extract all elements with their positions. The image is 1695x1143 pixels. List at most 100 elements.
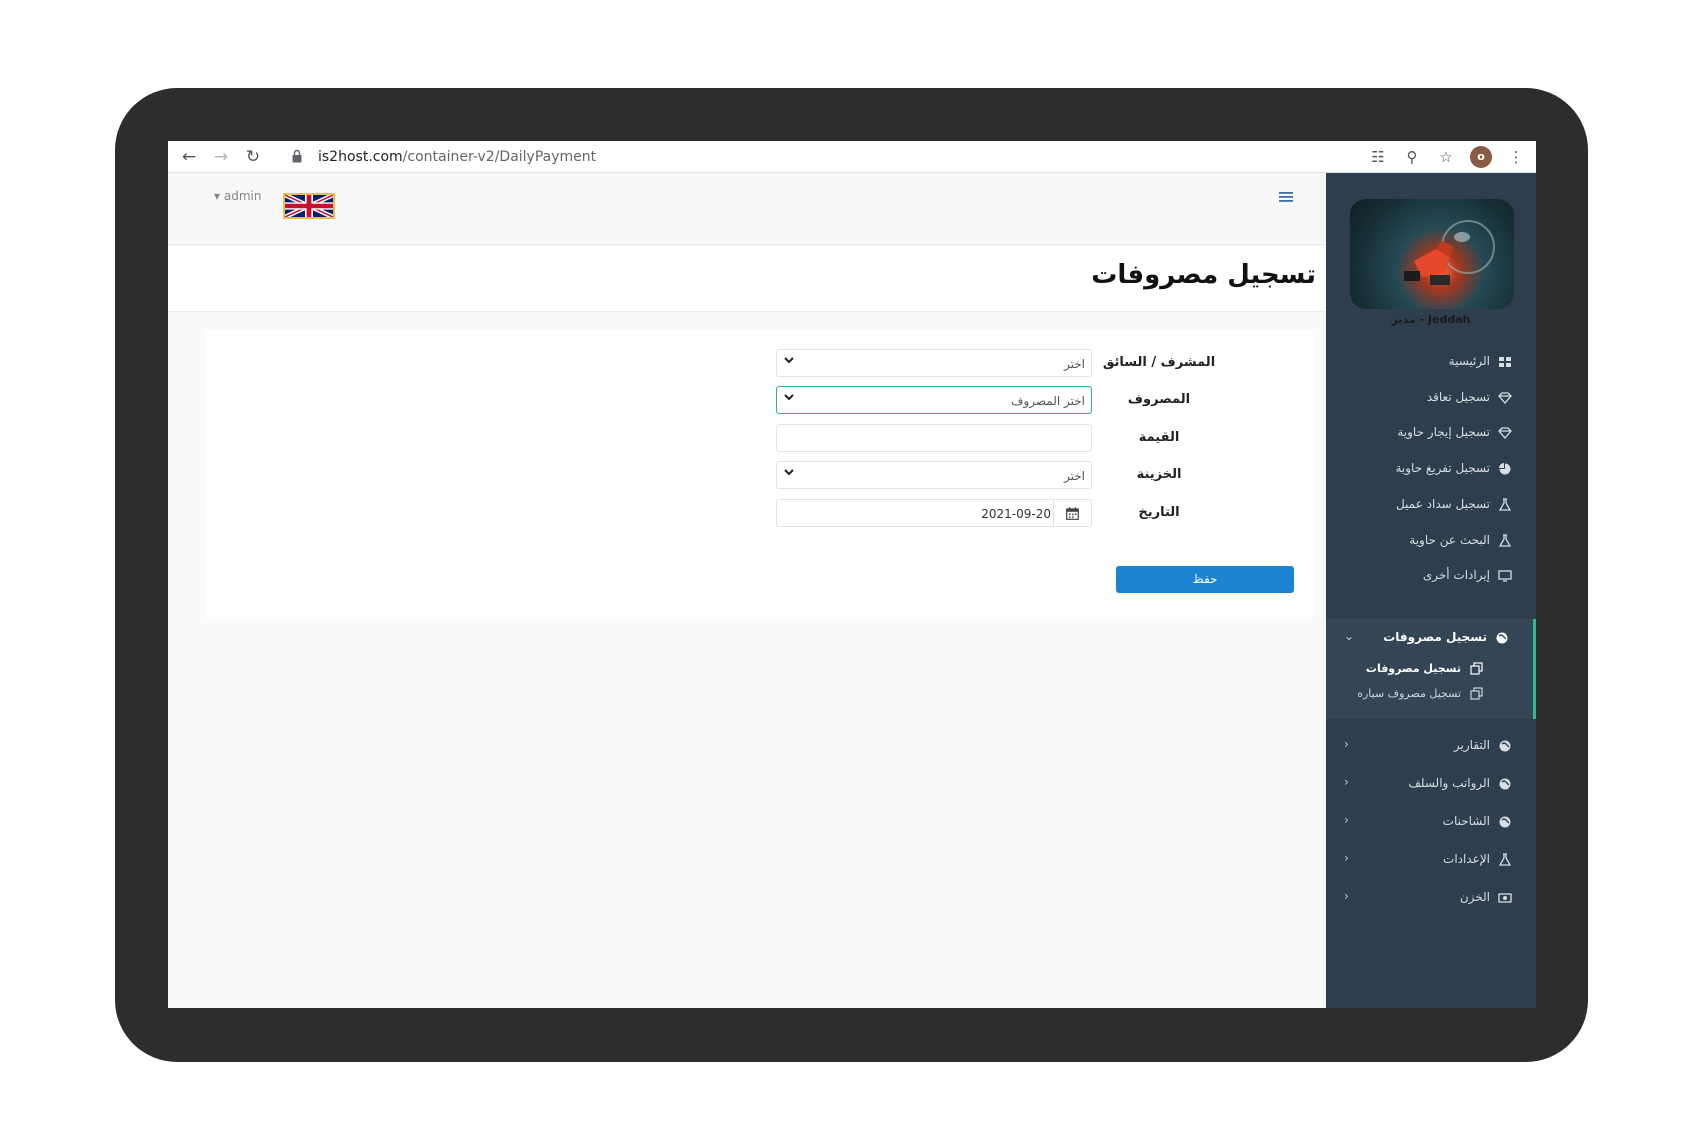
chevron-down-icon bbox=[784, 357, 794, 364]
chevron-down-icon bbox=[784, 394, 794, 401]
expense-label: المصروف bbox=[1127, 392, 1191, 407]
profile-avatar[interactable]: o bbox=[1470, 146, 1492, 168]
sidebar: Jeddah - مدير الرئيسية تسجيل تعاقد تسجيل… bbox=[1326, 173, 1536, 1008]
chevron-down-icon bbox=[784, 469, 794, 476]
flask-icon bbox=[1498, 498, 1512, 511]
diamond-icon bbox=[1498, 427, 1512, 439]
star-icon[interactable]: ☆ bbox=[1436, 147, 1456, 167]
flask-icon bbox=[1498, 853, 1512, 866]
more-menu-icon[interactable]: ⋮ bbox=[1506, 147, 1526, 167]
address-bar[interactable]: is2host.com/container-v2/DailyPayment bbox=[318, 147, 596, 167]
sub-item-label: تسجيل مصروفات bbox=[1365, 662, 1461, 675]
safe-select[interactable]: اختر bbox=[776, 461, 1092, 489]
supervisor-select[interactable]: اختر bbox=[776, 349, 1092, 377]
zoom-icon[interactable]: ⚲ bbox=[1402, 147, 1422, 167]
hamburger-menu-icon[interactable] bbox=[1279, 191, 1293, 203]
sub-item-label: تسجيل مصروف سياره bbox=[1357, 687, 1461, 700]
sidebar-item-contract[interactable]: تسجيل تعاقد bbox=[1326, 383, 1536, 413]
back-arrow-icon[interactable]: ← bbox=[178, 146, 200, 168]
safe-value: اختر bbox=[1064, 469, 1085, 483]
sidebar-item-label: تسجيل تعاقد bbox=[1426, 390, 1490, 404]
chevron-left-icon: ‹ bbox=[1344, 889, 1349, 903]
pie-chart-icon bbox=[1499, 463, 1511, 475]
screen: ← → ↻ is2host.com/container-v2/DailyPaym… bbox=[168, 141, 1536, 1008]
sidebar-item-label: تسجيل إيجار حاوية bbox=[1397, 425, 1490, 439]
sidebar-item-label: الرئيسية bbox=[1448, 354, 1490, 368]
expense-form: المشرف / السائق اختر المصروف اختر المصرو… bbox=[205, 330, 1313, 617]
sidebar-item-safes[interactable]: الخزن ‹ bbox=[1326, 883, 1536, 913]
date-value: 2021-09-20 bbox=[981, 507, 1051, 521]
date-label: التاريخ bbox=[1138, 505, 1180, 520]
form-row-date: التاريخ 2021-09-20 bbox=[205, 499, 1313, 527]
sidebar-item-other-income[interactable]: إيرادات أخرى bbox=[1326, 561, 1536, 591]
supervisor-value: اختر bbox=[1064, 357, 1085, 371]
sub-item-car-expense[interactable]: تسجيل مصروف سياره bbox=[1326, 682, 1533, 706]
top-navbar: ▾ admin bbox=[168, 173, 1326, 245]
browser-toolbar: ← → ↻ is2host.com/container-v2/DailyPaym… bbox=[168, 141, 1536, 173]
page-header: تسجيل مصروفات bbox=[168, 246, 1326, 312]
globe-icon bbox=[1499, 740, 1511, 752]
amount-label: القيمة bbox=[1138, 430, 1180, 445]
page-title: تسجيل مصروفات bbox=[1091, 260, 1316, 290]
globe-icon bbox=[1496, 632, 1508, 644]
device-frame: ← → ↻ is2host.com/container-v2/DailyPaym… bbox=[115, 88, 1588, 1062]
form-row-supervisor: المشرف / السائق اختر bbox=[205, 349, 1313, 377]
chevron-left-icon: ‹ bbox=[1344, 813, 1349, 827]
supervisor-label: المشرف / السائق bbox=[1102, 355, 1216, 370]
sidebar-item-container-rent[interactable]: تسجيل إيجار حاوية bbox=[1326, 418, 1536, 448]
calendar-button[interactable] bbox=[1053, 500, 1091, 526]
grid-icon bbox=[1499, 357, 1511, 367]
user-caption: Jeddah - مدير bbox=[1391, 313, 1471, 326]
sidebar-item-expenses[interactable]: تسجيل مصروفات ⌄ bbox=[1326, 623, 1533, 653]
sidebar-item-customer-payment[interactable]: تسجيل سداد عميل bbox=[1326, 490, 1536, 520]
save-button[interactable]: حفظ bbox=[1116, 566, 1294, 593]
sidebar-item-label: تسجيل مصروفات bbox=[1383, 630, 1487, 644]
sidebar-item-salaries[interactable]: الرواتب والسلف ‹ bbox=[1326, 769, 1536, 799]
copy-icon bbox=[1470, 687, 1483, 700]
sidebar-item-label: البحث عن حاوية bbox=[1409, 533, 1490, 547]
url-path: /container-v2/DailyPayment bbox=[402, 149, 597, 165]
sidebar-item-label: تسجيل سداد عميل bbox=[1396, 497, 1490, 511]
diamond-icon bbox=[1498, 392, 1512, 404]
sidebar-item-container-search[interactable]: البحث عن حاوية bbox=[1326, 526, 1536, 556]
uk-flag-icon[interactable] bbox=[283, 193, 335, 219]
date-input[interactable]: 2021-09-20 bbox=[776, 499, 1092, 527]
lock-icon bbox=[292, 149, 302, 163]
money-icon bbox=[1498, 893, 1512, 903]
form-row-amount: القيمة bbox=[205, 424, 1313, 452]
user-name: admin bbox=[223, 189, 262, 203]
expense-value: اختر المصروف bbox=[1011, 394, 1085, 408]
monitor-icon bbox=[1498, 570, 1512, 582]
sidebar-item-label: الخزن bbox=[1459, 890, 1490, 904]
sidebar-item-settings[interactable]: الإعدادات ‹ bbox=[1326, 845, 1536, 875]
sidebar-item-label: الرواتب والسلف bbox=[1408, 776, 1490, 790]
sidebar-item-label: الإعدادات bbox=[1443, 852, 1490, 866]
globe-icon bbox=[1499, 778, 1511, 790]
sidebar-item-container-unload[interactable]: تسجيل تفريغ حاوية bbox=[1326, 454, 1536, 484]
translate-icon[interactable]: ☷ bbox=[1368, 147, 1388, 167]
sidebar-item-reports[interactable]: التقارير ‹ bbox=[1326, 731, 1536, 761]
sidebar-item-label: إيرادات أخرى bbox=[1422, 568, 1490, 582]
calendar-icon bbox=[1066, 506, 1079, 520]
profile-image bbox=[1350, 199, 1514, 309]
chevron-down-icon: ⌄ bbox=[1344, 629, 1355, 643]
user-menu[interactable]: ▾ admin bbox=[214, 189, 261, 203]
copy-icon bbox=[1470, 662, 1483, 675]
expense-select[interactable]: اختر المصروف bbox=[776, 386, 1092, 414]
amount-input[interactable] bbox=[776, 424, 1092, 452]
sub-item-expenses[interactable]: تسجيل مصروفات bbox=[1326, 657, 1533, 681]
form-row-safe: الخزينة اختر bbox=[205, 461, 1313, 489]
chevron-left-icon: ‹ bbox=[1344, 737, 1349, 751]
safe-label: الخزينة bbox=[1136, 467, 1182, 482]
sidebar-item-label: التقارير bbox=[1453, 738, 1490, 752]
form-row-expense: المصروف اختر المصروف bbox=[205, 386, 1313, 414]
url-host: is2host.com bbox=[318, 149, 403, 165]
sidebar-item-label: الشاحنات bbox=[1442, 814, 1490, 828]
forward-arrow-icon[interactable]: → bbox=[210, 146, 232, 168]
sidebar-item-home[interactable]: الرئيسية bbox=[1326, 347, 1536, 377]
sidebar-item-trucks[interactable]: الشاحنات ‹ bbox=[1326, 807, 1536, 837]
reload-icon[interactable]: ↻ bbox=[242, 146, 264, 168]
sidebar-item-label: تسجيل تفريغ حاوية bbox=[1395, 461, 1490, 475]
globe-icon bbox=[1499, 816, 1511, 828]
chevron-left-icon: ‹ bbox=[1344, 775, 1349, 789]
